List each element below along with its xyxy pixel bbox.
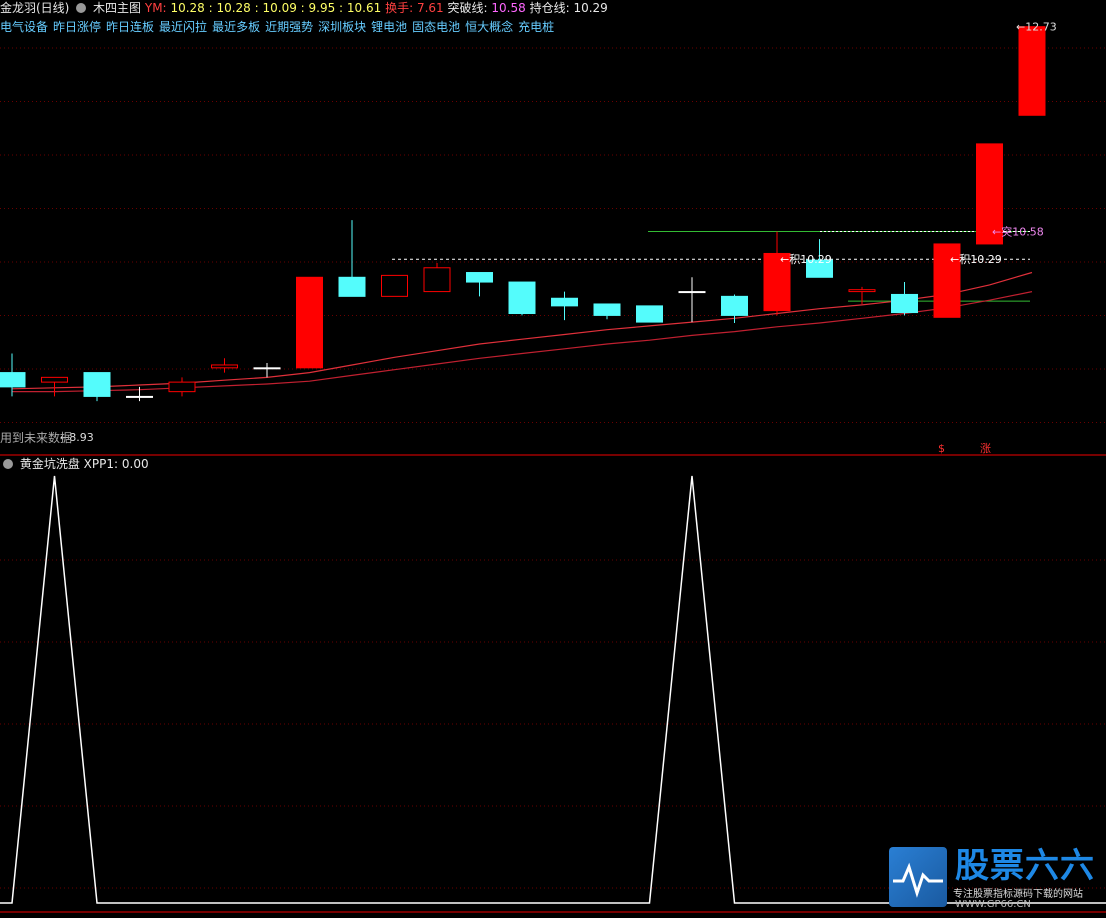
candle [1018,26,1046,116]
dropdown-circle-icon[interactable] [76,3,87,13]
breakout-line-label: ←突10.58 [992,225,1044,239]
candle [83,372,111,397]
xpp-label: XPP1: [83,457,119,471]
candle [891,293,918,314]
candle [0,372,26,388]
concept-tag[interactable]: 深圳板块 [318,20,366,34]
logo-url: WWW.GP66.CN [955,899,1031,910]
xpp-value: 0.00 [121,457,149,471]
concept-tag[interactable]: 充电桩 [518,20,554,34]
candle [168,381,196,393]
hold-value: 10.29 [573,1,608,15]
ym-label: YM: [144,1,167,15]
concept-tag[interactable]: 电气设备 [0,20,48,34]
breakout-value: 10.58 [491,1,526,15]
stock-chart[interactable]: ←12.73←8.93←突10.58←积10.29←积10.29$ 涨 [0,0,1106,918]
candle [423,267,451,293]
concept-tag[interactable]: 昨日连板 [106,20,154,34]
concept-tag[interactable]: 恒大概念 [465,20,513,34]
candle [508,281,536,315]
candle [721,295,748,316]
dropdown-circle-icon[interactable] [3,459,13,469]
main-chart-name[interactable]: 木四主图 [93,1,141,15]
stock-title[interactable]: 金龙羽(日线) [0,1,69,15]
signal-marker: $ [938,442,945,455]
candle [551,297,578,307]
concept-tag[interactable]: 昨日涨停 [53,20,101,34]
high-price-label: ←12.73 [1016,21,1057,34]
candle [381,274,408,297]
candle [41,376,68,383]
sub-panel-header: 黄金坑洗盘 XPP1: 0.00 [0,457,149,471]
turnover-label: 换手: [385,1,414,15]
candle [211,364,238,369]
sub-panel-name[interactable]: 黄金坑洗盘 [20,457,80,471]
logo-tagline: 专注股票指标源码下载的网站 [953,889,1083,900]
concept-tag[interactable]: 锂电池 [371,20,407,34]
candle [296,276,323,369]
candle [848,289,876,293]
logo-brand: 股票六六 [955,846,1095,886]
signal-marker: 涨 [980,442,991,455]
candle [636,305,663,323]
candle [466,272,493,283]
concept-tag[interactable]: 固态电池 [412,20,460,34]
main-chart-header: 金龙羽(日线) 木四主图 YM: 10.28 : 10.28 : 10.09 :… [0,1,608,15]
concept-bar: 电气设备 昨日涨停 昨日连板 最近闪拉 最近多板 近期强势 深圳板块 锂电池 固态电池 恒大概念充… [0,20,559,34]
turnover-value: 7.61 [416,1,444,15]
candle [338,276,366,297]
candle [678,291,706,294]
concept-tag[interactable]: 最近闪拉 [159,20,207,34]
watermark-logo: 股票六六 专注股票指标源码下载的网站 WWW.GP66.CN [889,847,1099,913]
concept-tag[interactable]: 近期强势 [265,20,313,34]
ym-values: 10.28 : 10.28 : 10.09 : 9.95 : 10.61 [170,1,382,15]
candle [253,367,281,370]
concept-tag[interactable]: 最近多板 [212,20,260,34]
candle [126,395,153,398]
future-data-note: 用到未来数据 [0,431,73,445]
hold-line-label: ←积10.29 [780,253,832,266]
breakout-label: 突破线: [447,1,488,15]
xpp1-line [0,475,1106,904]
candle [593,303,621,316]
logo-mark-icon [889,847,947,907]
hold-line-label: ←积10.29 [950,253,1002,266]
hold-label: 持仓线: [529,1,570,15]
